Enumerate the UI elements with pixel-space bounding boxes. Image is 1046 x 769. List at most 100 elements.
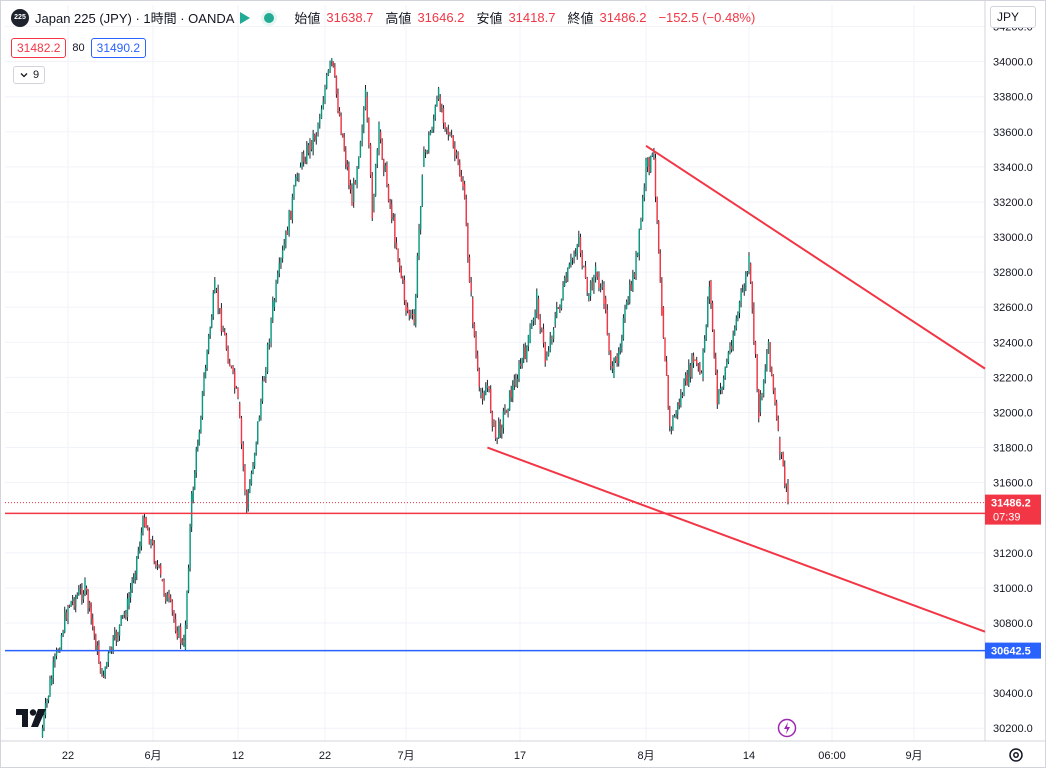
last-price-label: 31486.2 [991, 498, 1031, 510]
candle-body [480, 392, 482, 395]
candle-body [166, 594, 169, 602]
gear-icon[interactable] [1007, 746, 1025, 769]
candle-body [547, 350, 550, 356]
candle-body [197, 445, 199, 449]
candle-body [460, 175, 463, 182]
candle-body [169, 597, 172, 601]
price-chart[interactable]: 34200.034000.033800.033600.033400.033200… [1, 1, 1046, 769]
candle-body [283, 243, 285, 250]
candle-body [673, 415, 676, 418]
candle-body [410, 314, 412, 316]
candle-body [408, 310, 410, 316]
candle-body [322, 101, 324, 109]
candle-body [502, 411, 505, 428]
candle-body [455, 152, 458, 156]
y-tick-label: 32600.0 [993, 302, 1033, 314]
candle-body [593, 277, 595, 291]
candle-body [454, 146, 456, 156]
candle-body [574, 253, 577, 256]
candle-body [505, 409, 508, 413]
candle-body [624, 308, 626, 319]
candle-body [664, 337, 666, 362]
candle-body [465, 198, 467, 226]
candle-body [608, 334, 610, 352]
candle-body [541, 328, 543, 330]
candle-body [217, 290, 219, 310]
candle-body [115, 631, 118, 641]
candle-body [320, 108, 323, 119]
y-tick-label: 30200.0 [993, 723, 1033, 735]
candle-body [389, 201, 391, 205]
y-tick-label: 32400.0 [993, 337, 1033, 349]
candle-body [735, 318, 738, 329]
sell-button[interactable]: 31482.2 [11, 38, 67, 58]
candle-body [556, 307, 558, 317]
close-label: 終値 [567, 11, 594, 26]
candle-body [82, 593, 85, 600]
candle-body [527, 335, 530, 347]
candle-body [571, 258, 574, 260]
candle-body [273, 300, 276, 308]
candle-body [436, 99, 438, 106]
hline-label: 30642.5 [991, 646, 1031, 658]
y-tick-label: 33400.0 [993, 162, 1033, 174]
candle-body [276, 273, 279, 283]
candle-body [70, 601, 72, 607]
candle-body [179, 626, 182, 644]
candle-body [596, 272, 598, 278]
candle-body [428, 135, 430, 151]
x-tick-label: 7月 [397, 750, 414, 762]
candle-body [633, 273, 636, 278]
lightning-icon[interactable] [777, 718, 797, 743]
candle-body [161, 579, 164, 582]
symbol-title[interactable]: Japan 225 (JPY) · 1時間 · OANDA [35, 8, 234, 27]
buy-button[interactable]: 31490.2 [90, 38, 147, 58]
high-value: 31646.2 [417, 10, 465, 25]
candle-body [507, 409, 509, 413]
candle-body [315, 135, 317, 140]
candle-body [756, 354, 758, 390]
candle-body [573, 255, 575, 260]
candle-body [692, 355, 695, 363]
flag-icon[interactable] [240, 11, 251, 24]
indicators-toggle[interactable]: 9 [13, 66, 46, 84]
market-status-icon[interactable] [264, 12, 275, 23]
chart-frame: 34200.034000.033800.033600.033400.033200… [0, 0, 1046, 768]
candle-body [126, 598, 129, 618]
candle-body [64, 612, 66, 632]
y-tick-label: 34000.0 [993, 57, 1033, 69]
candle-body [653, 153, 655, 155]
x-tick-label: 6月 [144, 750, 161, 762]
bid-ask: 31482.2 80 31490.2 [11, 38, 147, 58]
candle-body [497, 421, 500, 438]
candle-body [563, 277, 566, 287]
y-tick-label: 31800.0 [993, 443, 1033, 455]
symbol-badge-icon[interactable]: 225 [11, 8, 29, 27]
candle-body [618, 351, 620, 364]
candle-body [129, 588, 132, 598]
candle-body [702, 351, 704, 378]
currency-select[interactable]: JPY [990, 6, 1036, 28]
candle-body [636, 252, 639, 257]
tradingview-logo-icon[interactable] [16, 709, 46, 732]
candle-body [518, 363, 520, 379]
candles [41, 58, 789, 738]
candle-body [87, 590, 89, 609]
candle-body [508, 390, 511, 410]
candle-body [640, 219, 642, 229]
y-tick-label: 30400.0 [993, 688, 1033, 700]
candle-body [257, 421, 259, 442]
candle-body [767, 341, 770, 354]
candle-body [361, 129, 363, 142]
candle-body [351, 189, 353, 206]
candle-body [387, 184, 390, 202]
candle-body [263, 380, 265, 382]
candle-body [229, 362, 231, 367]
candle-body [181, 640, 183, 644]
candle-body [762, 379, 765, 397]
candle-body [371, 175, 373, 218]
candle-body [136, 556, 138, 575]
candle-body [137, 550, 140, 557]
candle-body [123, 613, 126, 616]
candle-body [651, 153, 654, 156]
